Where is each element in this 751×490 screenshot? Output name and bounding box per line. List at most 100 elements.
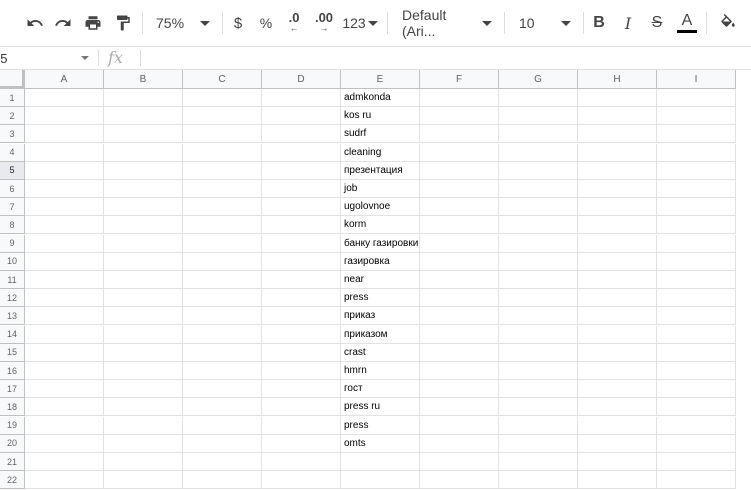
cell-b5[interactable] <box>104 161 183 180</box>
cell-g14[interactable] <box>499 325 578 344</box>
cell-g9[interactable] <box>499 234 578 253</box>
row-header-13[interactable]: 13 <box>0 307 25 326</box>
row-header-17[interactable]: 17 <box>0 380 25 399</box>
cell-f21[interactable] <box>420 453 499 471</box>
bold-button[interactable]: B <box>590 8 608 38</box>
cell-b16[interactable] <box>104 362 183 380</box>
cell-d3[interactable] <box>262 125 341 144</box>
cell-d11[interactable] <box>262 271 341 289</box>
cell-f11[interactable] <box>420 271 499 289</box>
cell-c20[interactable] <box>183 434 262 453</box>
cell-a10[interactable] <box>25 252 104 271</box>
redo-button[interactable] <box>52 8 74 38</box>
cell-h11[interactable] <box>578 271 657 289</box>
cell-d9[interactable] <box>262 234 341 253</box>
row-header-9[interactable]: 9 <box>0 234 25 253</box>
cell-c15[interactable] <box>183 343 262 362</box>
cell-g8[interactable] <box>499 216 578 235</box>
row-header-12[interactable]: 12 <box>0 289 25 308</box>
cell-c2[interactable] <box>183 107 262 126</box>
cell-i11[interactable] <box>657 271 736 289</box>
cell-h13[interactable] <box>578 307 657 326</box>
cell-b15[interactable] <box>104 343 183 362</box>
cell-b3[interactable] <box>104 125 183 144</box>
row-header-22[interactable]: 22 <box>0 471 25 490</box>
cell-c10[interactable] <box>183 252 262 271</box>
cell-e17[interactable]: гост <box>341 380 420 399</box>
cell-d20[interactable] <box>262 434 341 453</box>
percent-format-button[interactable]: % <box>257 8 275 38</box>
select-all-corner[interactable] <box>0 70 25 89</box>
cell-a7[interactable] <box>25 198 104 217</box>
cell-h6[interactable] <box>578 180 657 198</box>
cell-h5[interactable] <box>578 161 657 180</box>
cell-h4[interactable] <box>578 143 657 162</box>
paint-format-button[interactable] <box>112 8 134 38</box>
cell-i9[interactable] <box>657 234 736 253</box>
row-header-21[interactable]: 21 <box>0 453 25 471</box>
cell-a16[interactable] <box>25 362 104 380</box>
cell-b6[interactable] <box>104 180 183 198</box>
row-header-2[interactable]: 2 <box>0 107 25 126</box>
cell-e10[interactable]: газировка <box>341 252 420 271</box>
column-header-h[interactable]: H <box>578 70 657 89</box>
cell-e13[interactable]: приказ <box>341 307 420 326</box>
cell-h10[interactable] <box>578 252 657 271</box>
cell-h2[interactable] <box>578 107 657 126</box>
row-header-8[interactable]: 8 <box>0 216 25 235</box>
cell-a11[interactable] <box>25 271 104 289</box>
column-header-a[interactable]: A <box>25 70 104 89</box>
cell-f22[interactable] <box>420 471 499 490</box>
cell-i5[interactable] <box>657 161 736 180</box>
cell-a3[interactable] <box>25 125 104 144</box>
cell-b4[interactable] <box>104 143 183 162</box>
cell-d14[interactable] <box>262 325 341 344</box>
row-header-4[interactable]: 4 <box>0 143 25 162</box>
row-header-7[interactable]: 7 <box>0 198 25 217</box>
cell-c18[interactable] <box>183 398 262 417</box>
cell-i2[interactable] <box>657 107 736 126</box>
cell-g22[interactable] <box>499 471 578 490</box>
cell-a9[interactable] <box>25 234 104 253</box>
column-header-f[interactable]: F <box>420 70 499 89</box>
cell-h17[interactable] <box>578 380 657 399</box>
cell-h12[interactable] <box>578 289 657 308</box>
cell-h3[interactable] <box>578 125 657 144</box>
cell-f10[interactable] <box>420 252 499 271</box>
cell-h14[interactable] <box>578 325 657 344</box>
cell-g12[interactable] <box>499 289 578 308</box>
cell-d16[interactable] <box>262 362 341 380</box>
cell-b11[interactable] <box>104 271 183 289</box>
cell-b22[interactable] <box>104 471 183 490</box>
cell-e14[interactable]: приказом <box>341 325 420 344</box>
cell-d5[interactable] <box>262 161 341 180</box>
cell-i18[interactable] <box>657 398 736 417</box>
row-header-1[interactable]: 1 <box>0 89 25 107</box>
cell-f2[interactable] <box>420 107 499 126</box>
font-family-select[interactable]: Default (Ari... <box>396 7 498 39</box>
cell-d1[interactable] <box>262 89 341 107</box>
cell-g13[interactable] <box>499 307 578 326</box>
zoom-select[interactable]: 75% <box>150 8 216 38</box>
cell-h22[interactable] <box>578 471 657 490</box>
cell-d18[interactable] <box>262 398 341 417</box>
cell-c6[interactable] <box>183 180 262 198</box>
cell-b10[interactable] <box>104 252 183 271</box>
cell-a8[interactable] <box>25 216 104 235</box>
cell-f18[interactable] <box>420 398 499 417</box>
cell-g7[interactable] <box>499 198 578 217</box>
cell-e5[interactable]: презентация <box>341 161 420 180</box>
cell-b21[interactable] <box>104 453 183 471</box>
cell-e2[interactable]: kos ru <box>341 107 420 126</box>
cell-d21[interactable] <box>262 453 341 471</box>
cell-g5[interactable] <box>499 161 578 180</box>
cell-e3[interactable]: sudrf <box>341 125 420 144</box>
row-header-11[interactable]: 11 <box>0 271 25 289</box>
cell-c19[interactable] <box>183 416 262 435</box>
cell-e9[interactable]: банку газировки <box>341 234 420 253</box>
cell-c17[interactable] <box>183 380 262 399</box>
column-header-b[interactable]: B <box>104 70 183 89</box>
cell-a20[interactable] <box>25 434 104 453</box>
cell-b17[interactable] <box>104 380 183 399</box>
cell-h19[interactable] <box>578 416 657 435</box>
